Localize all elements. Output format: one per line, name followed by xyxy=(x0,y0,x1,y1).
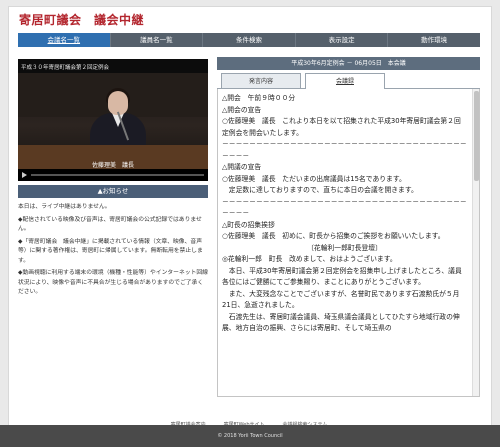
main-nav: 会議名一覧 議員名一覧 条件検索 表示設定 動作環境 xyxy=(18,33,480,47)
video-caption: 平成３０年寄居町議会第２回定例会 xyxy=(21,65,110,71)
meeting-header: 平成30年6月定例会 － 06月05日 本会議 xyxy=(217,57,480,70)
video-controls xyxy=(18,169,208,181)
transcript-stage-note: 〔花輪利一郎町長登壇〕 xyxy=(307,243,382,252)
notice-paragraph: 本日は、ライブ中継はありません。 xyxy=(18,204,111,210)
transcript-line: ○佐藤理美 議長 これより本日を以て招集された平成30年寄居町議会第２回定例会を… xyxy=(222,117,461,137)
tab-minutes[interactable]: 会議録 xyxy=(305,73,385,89)
transcript-line: また、大変残念なことでございますが、名誉町民であります石渡勲氏が５月21日、急逝… xyxy=(222,289,460,310)
tab-label: 発言内容 xyxy=(248,78,273,85)
nav-member-list[interactable]: 議員名一覧 xyxy=(110,33,204,47)
left-panel: 平成３０年寄居町議会第２回定例会 佐藤理美 議長 ▲お知らせ 本日は、ライブ中継… xyxy=(18,59,208,301)
seek-bar[interactable] xyxy=(31,174,204,176)
transcript-line: △開会 午前９時００分 xyxy=(222,94,296,102)
nav-environment[interactable]: 動作環境 xyxy=(388,33,480,47)
copyright: © 2018 Yorii Town Council xyxy=(0,425,500,447)
notice-text: 本日は、ライブ中継はありません。 ◆配信されている映像及び音声は、寄居町議会の公… xyxy=(18,203,208,298)
transcript-line: 本日、平成30年寄居町議会第２回定例会を招集申し上げましたところ、議員各位にはご… xyxy=(222,266,462,287)
notice-paragraph: ◆動画視聴に利用する端末の環境（機種・性能等）やインターネット回線状況により、映… xyxy=(18,270,208,295)
nav-search[interactable]: 条件検索 xyxy=(203,33,296,47)
video-player[interactable]: 平成３０年寄居町議会第２回定例会 佐藤理美 議長 xyxy=(18,59,208,181)
transcript-body: △開会 午前９時００分 △開会の宣告 ○佐藤理美 議長 これより本日を以て招集さ… xyxy=(218,89,479,335)
tab-speech-content[interactable]: 発言内容 xyxy=(221,73,301,88)
right-panel: 平成30年6月定例会 － 06月05日 本会議 発言内容 会議録 △開会 午前９… xyxy=(217,57,480,397)
notice-paragraph: ◆配信されている映像及び音声は、寄居町議会の公式記録ではありません。 xyxy=(18,216,202,233)
transcript-line: ○佐藤理美 議長 ただいまの出席議員は15名であります。 xyxy=(222,174,406,183)
notice-toggle-button[interactable]: ▲お知らせ xyxy=(18,185,208,198)
nav-meeting-list[interactable]: 会議名一覧 xyxy=(18,33,111,47)
transcript-line: △開会の宣告 xyxy=(222,105,262,114)
page-frame: 寄居町議会 議会中継 会議名一覧 議員名一覧 条件検索 表示設定 動作環境 平成… xyxy=(8,6,492,441)
scroll-thumb[interactable] xyxy=(474,91,479,181)
site-title: 寄居町議会 議会中継 xyxy=(19,13,145,27)
transcript-line: △町長の招集挨拶 xyxy=(222,220,275,229)
transcript-separator: －－－－－－－－－－－－－－－－－－－－－－－－－－－－－－－－－－－－－－－－ xyxy=(222,140,467,160)
transcript-separator: －－－－－－－－－－－－－－－－－－－－－－－－－－－－－－－－－－－－－－－－ xyxy=(222,197,467,218)
play-icon[interactable] xyxy=(22,172,27,178)
speaker-label: 佐藤理美 議長 xyxy=(91,162,134,169)
transcript-line: ○佐藤理美 議長 初めに、町長から招集のご挨拶をお願いいたします。 xyxy=(222,232,445,240)
transcript-line: 定足数に達しておりますので、直ちに本日の会議を開きます。 xyxy=(222,186,418,194)
notice-paragraph: ◆「寄居町議会 議会中継」に掲載されている情報（文章、映像、音声等）に関する著作… xyxy=(18,238,203,264)
nav-display-settings[interactable]: 表示設定 xyxy=(295,33,389,47)
transcript-panel[interactable]: △開会 午前９時００分 △開会の宣告 ○佐藤理美 議長 これより本日を以て招集さ… xyxy=(217,89,480,397)
transcript-scrollbar[interactable] xyxy=(472,89,479,396)
tab-label: 会議録 xyxy=(335,78,354,85)
transcript-line: 石渡先生は、寄居町議会議員、埼玉県議会議員としてひたすら地域行政の伸展、地方自治… xyxy=(222,312,460,333)
video-frame: 佐藤理美 議長 xyxy=(18,73,208,169)
transcript-line: ◎花輪利一郎 町長 改めまして、おはようございます。 xyxy=(222,255,397,263)
transcript-line: △開議の宣告 xyxy=(222,163,262,171)
content-tabs: 発言内容 会議録 xyxy=(217,73,480,89)
